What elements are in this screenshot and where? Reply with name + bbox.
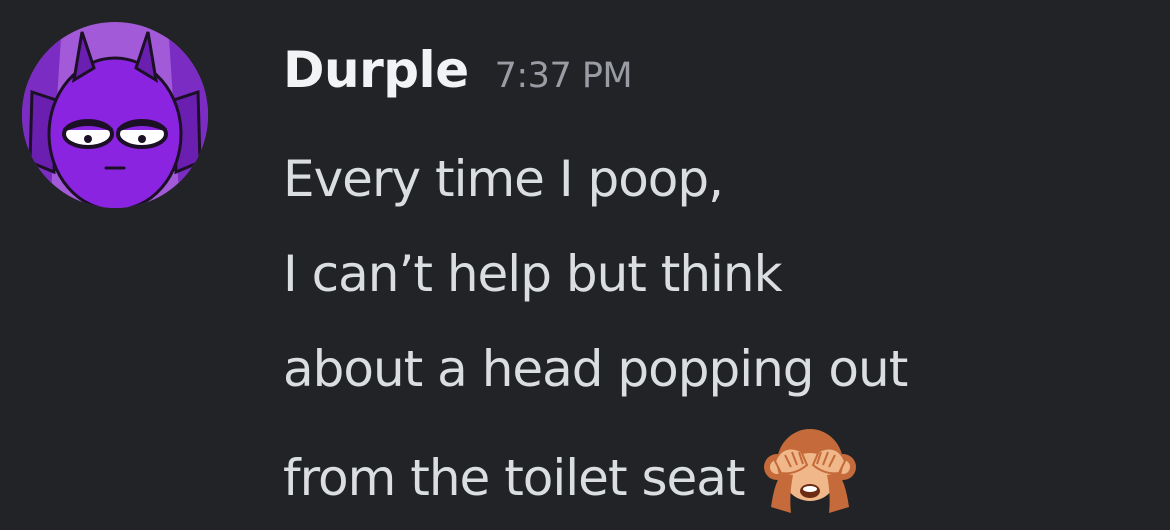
message-content: Every time I poop, I can’t help but thin… xyxy=(283,132,1163,515)
see-no-evil-monkey-icon[interactable] xyxy=(761,417,859,515)
message-line-text: from the toilet seat xyxy=(283,449,745,507)
message-line: I can’t help but think xyxy=(283,245,783,303)
avatar[interactable] xyxy=(22,22,208,208)
author-name[interactable]: Durple xyxy=(283,30,469,110)
message-line: about a head popping out xyxy=(283,340,908,398)
message-line: Every time I poop, xyxy=(283,150,724,208)
message-line-last: from the toilet seat xyxy=(283,417,1163,515)
message-timestamp[interactable]: 7:37 PM xyxy=(495,36,633,116)
chat-message: Durple 7:37 PM Every time I poop, I can’t… xyxy=(0,0,1170,530)
durple-avatar-icon xyxy=(22,22,208,208)
message-header: Durple 7:37 PM xyxy=(283,30,633,110)
